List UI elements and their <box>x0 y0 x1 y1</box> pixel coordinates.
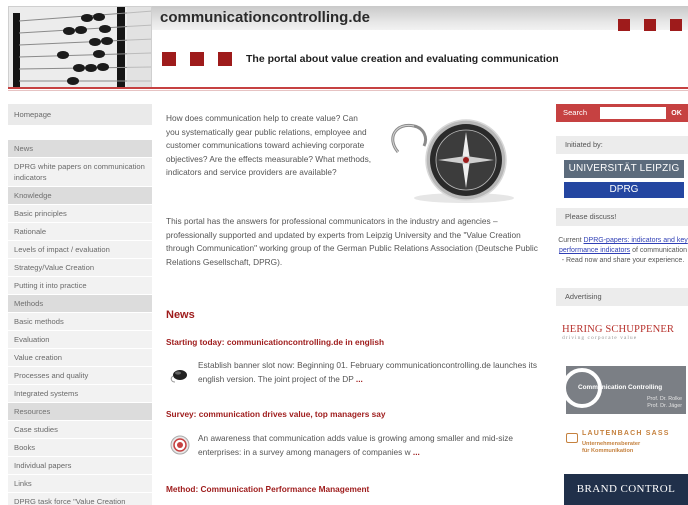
red-square-icon <box>190 52 204 66</box>
nav-section-methods[interactable]: Methods <box>8 295 152 313</box>
red-square-icon <box>218 52 232 66</box>
speech-bubble-icon <box>566 433 578 443</box>
left-navigation: Homepage News DPRG white papers on commu… <box>8 104 152 505</box>
lautenbach-subtitle-line: Unternehmensberater <box>582 441 641 447</box>
read-more-link[interactable]: ... <box>356 374 363 384</box>
hering-schuppener-ad[interactable]: HERING SCHUPPENER driving corporate valu… <box>562 324 686 346</box>
nav-item-case-studies[interactable]: Case studies <box>8 421 152 439</box>
discuss-prefix: Current <box>558 237 584 244</box>
nav-item-evaluation[interactable]: Evaluation <box>8 331 152 349</box>
tagline-row: The portal about value creation and eval… <box>152 48 688 72</box>
portal-paragraph: This portal has the answers for professi… <box>166 216 538 267</box>
nav-item-books[interactable]: Books <box>8 439 152 457</box>
cc-ad-title: Communication Controlling <box>578 384 663 391</box>
advertising-heading: Advertising <box>556 288 688 306</box>
news-body-2: An awareness that communication adds val… <box>198 432 543 459</box>
site-title-bar: communicationcontrolling.de <box>152 6 688 31</box>
mouse-icon <box>170 370 187 383</box>
lautenbach-subtitle-line: für Kommunikation <box>582 448 634 454</box>
news-heading: News <box>166 309 195 321</box>
header-divider <box>8 87 688 89</box>
abacus-logo[interactable] <box>8 6 152 88</box>
lautenbach-sass-subtitle: Unternehmensberater für Kommunikation <box>582 441 640 455</box>
site-name[interactable]: communicationcontrolling.de <box>160 9 370 26</box>
nav-item-basic-methods[interactable]: Basic methods <box>8 313 152 331</box>
news-title-3[interactable]: Method: Communication Performance Manage… <box>166 484 369 494</box>
lautenbach-sass-ad[interactable]: LAUTENBACH SASS Unternehmensberater für … <box>566 430 688 464</box>
target-icon <box>170 435 190 455</box>
news-title-2[interactable]: Survey: communication drives value, top … <box>166 409 386 419</box>
nav-section-resources[interactable]: Resources <box>8 403 152 421</box>
brand-control-ad[interactable]: BRAND CONTROL <box>564 474 688 505</box>
search-input[interactable] <box>600 107 666 119</box>
nav-item-strategy-value-creation[interactable]: Strategy/Value Creation <box>8 259 152 277</box>
initiated-by-heading: Initiated by: <box>556 136 688 154</box>
search-box: Search OK <box>556 104 688 122</box>
red-square-icon <box>670 19 682 31</box>
tagline: The portal about value creation and eval… <box>246 53 559 65</box>
nav-item-value-creation[interactable]: Value creation <box>8 349 152 367</box>
header-divider-light <box>8 90 688 91</box>
nav-item-homepage[interactable]: Homepage <box>8 104 152 126</box>
nav-item-individual-papers[interactable]: Individual papers <box>8 457 152 475</box>
compass-icon <box>391 119 514 203</box>
read-more-link[interactable]: ... <box>413 447 420 457</box>
red-square-icon <box>162 52 176 66</box>
dprg-logo[interactable]: DPRG <box>564 182 684 198</box>
main-content: How does communication help to create va… <box>166 112 546 505</box>
cc-ad-professor: Prof. Dr. Jäger <box>647 402 682 409</box>
nav-item-putting-into-practice[interactable]: Putting it into practice <box>8 277 152 295</box>
red-square-icon <box>644 19 656 31</box>
nav-item-links[interactable]: Links <box>8 475 152 493</box>
nav-item-levels-of-impact[interactable]: Levels of impact / evaluation <box>8 241 152 259</box>
hering-schuppener-slogan: driving corporate value <box>562 335 638 341</box>
search-ok-button[interactable]: OK <box>668 107 685 119</box>
nav-item-dprg-white-papers[interactable]: DPRG white papers on communication indic… <box>8 158 152 187</box>
nav-spacer <box>8 126 152 140</box>
nav-item-news[interactable]: News <box>8 140 152 158</box>
news-body-text: Establish banner slot now: Beginning 01.… <box>198 360 537 384</box>
leipzig-university-logo[interactable]: UNIVERSITÄT LEIPZIG <box>564 160 684 178</box>
communication-controlling-ad[interactable]: Communication Controlling Prof. Dr. Rolk… <box>566 366 686 414</box>
cc-ad-professor: Prof. Dr. Rolke <box>646 396 682 402</box>
lautenbach-sass-name: LAUTENBACH SASS <box>582 430 670 437</box>
nav-item-processes-quality[interactable]: Processes and quality <box>8 367 152 385</box>
hering-schuppener-name: HERING SCHUPPENER <box>562 324 675 335</box>
discuss-paragraph: Current DPRG-papers: indicators and key … <box>558 236 688 266</box>
nav-item-basic-principles[interactable]: Basic principles <box>8 205 152 223</box>
please-discuss-heading: Please discuss! <box>556 208 688 226</box>
nav-item-dprg-task-force[interactable]: DPRG task force "Value Creation through … <box>8 493 152 505</box>
red-square-icon <box>618 19 630 31</box>
search-label: Search <box>563 108 588 117</box>
nav-section-knowledge[interactable]: Knowledge <box>8 187 152 205</box>
cc-ad-professors: Prof. Dr. Rolke Prof. Dr. Jäger <box>647 396 682 409</box>
site-header: communicationcontrolling.de The portal a… <box>0 0 688 92</box>
nav-item-integrated-systems[interactable]: Integrated systems <box>8 385 152 403</box>
right-sidebar: Search OK Initiated by: UNIVERSITÄT LEIP… <box>556 104 688 505</box>
intro-paragraph: How does communication help to create va… <box>166 113 372 177</box>
abacus-icon <box>9 7 151 87</box>
news-body-text: An awareness that communication adds val… <box>198 433 513 457</box>
news-body-1: Establish banner slot now: Beginning 01.… <box>198 359 543 386</box>
nav-item-rationale[interactable]: Rationale <box>8 223 152 241</box>
news-title-1[interactable]: Starting today: communicationcontrolling… <box>166 337 384 347</box>
